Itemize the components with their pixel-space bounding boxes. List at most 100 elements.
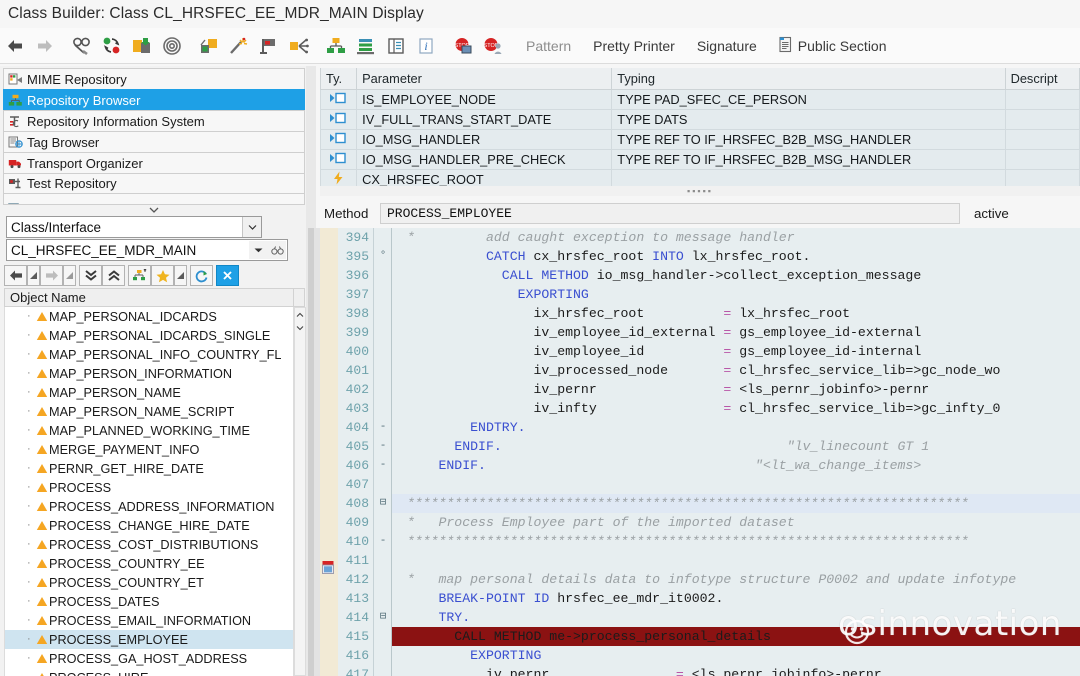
refresh-button[interactable]	[190, 265, 213, 286]
public-section-button[interactable]: Public Section	[768, 31, 896, 61]
fold-marker[interactable]	[375, 665, 391, 676]
binoculars-icon[interactable]	[268, 241, 286, 259]
fold-marker[interactable]: -	[375, 532, 391, 551]
refresh-objects-icon[interactable]	[97, 31, 127, 61]
code-line[interactable]: CALL METHOD me->process_personal_details	[391, 627, 1080, 646]
code-line[interactable]: CATCH cx_hrsfec_root INTO lx_hrsfec_root…	[391, 247, 1080, 266]
fold-marker[interactable]	[375, 475, 391, 494]
code-line[interactable]: iv_employee_id = gs_employee_id-internal	[391, 342, 1080, 361]
breakpoint-icon[interactable]	[321, 560, 336, 580]
hierarchy-button[interactable]	[128, 265, 151, 286]
distribute-icon[interactable]	[284, 31, 314, 61]
parameter-typing-cell[interactable]: TYPE PAD_SFEC_CE_PERSON	[611, 88, 1006, 110]
sidebar-item-test-repository[interactable]: Test Repository	[3, 173, 305, 194]
fold-marker[interactable]	[375, 646, 391, 665]
code-line[interactable]: * Process Employee part of the imported …	[391, 513, 1080, 532]
fold-marker[interactable]	[375, 323, 391, 342]
info-icon[interactable]: i	[411, 31, 441, 61]
code-line[interactable]: iv_employee_id_external = gs_employee_id…	[391, 323, 1080, 342]
tree-item[interactable]: · PROCESS_ADDRESS_INFORMATION	[5, 497, 293, 516]
fold-marker[interactable]	[375, 589, 391, 608]
code-line[interactable]: * map personal details data to infotype …	[391, 570, 1080, 589]
code-line[interactable]	[391, 551, 1080, 570]
parameter-descript-cell[interactable]	[1004, 108, 1080, 130]
fold-marker[interactable]	[375, 304, 391, 323]
table-row[interactable]: IV_FULL_TRANS_START_DATE TYPE DATS	[319, 108, 1080, 130]
list-icon[interactable]	[381, 31, 411, 61]
parameter-name-cell[interactable]: IV_FULL_TRANS_START_DATE	[356, 108, 613, 130]
collapse-up-button[interactable]	[102, 265, 125, 286]
display-glasses-icon[interactable]	[67, 31, 97, 61]
tree-item[interactable]: · MAP_PERSONAL_IDCARDS	[5, 307, 293, 326]
object-tree[interactable]: · MAP_PERSONAL_IDCARDS · MAP_PERSONAL_IDCAR…	[4, 307, 294, 676]
tree-item[interactable]: · MAP_PERSON_NAME	[5, 383, 293, 402]
code-line[interactable]: ****************************************…	[391, 494, 1080, 513]
layers-icon[interactable]	[351, 31, 381, 61]
method-name-field[interactable]: PROCESS_EMPLOYEE	[380, 202, 960, 224]
fold-marker[interactable]: ⊟	[375, 494, 391, 513]
object-type-select[interactable]: Class/Interface	[6, 216, 262, 238]
tree-item[interactable]: · PROCESS_EMAIL_INFORMATION	[5, 611, 293, 630]
tree-item[interactable]: · PERNR_GET_HIRE_DATE	[5, 459, 293, 478]
fold-marker[interactable]	[375, 228, 391, 247]
object-name-input[interactable]: CL_HRSFEC_EE_MDR_MAIN	[6, 239, 288, 261]
code-line[interactable]	[391, 475, 1080, 494]
parameter-table-resize-handle[interactable]: ▪▪▪▪▪	[320, 186, 1080, 196]
scroll-up-icon[interactable]	[295, 308, 305, 321]
sidebar-item-repository-information-system[interactable]: Repository Information System	[3, 110, 305, 131]
table-row[interactable]: IO_MSG_HANDLER TYPE REF TO IF_HRSFEC_B2B_…	[319, 128, 1080, 150]
code-line[interactable]: CALL METHOD io_msg_handler->collect_exce…	[391, 266, 1080, 285]
parameter-typing-cell[interactable]: TYPE DATS	[611, 108, 1006, 130]
code-line[interactable]: iv_processed_node = cl_hrsfec_service_li…	[391, 361, 1080, 380]
scroll-down-icon[interactable]	[295, 321, 305, 334]
tree-item[interactable]: · MAP_PLANNED_WORKING_TIME	[5, 421, 293, 440]
tree-item[interactable]: · MAP_PERSONAL_IDCARDS_SINGLE	[5, 326, 293, 345]
magic-wand-icon[interactable]	[224, 31, 254, 61]
code-line[interactable]: iv_pernr = <ls_pernr_jobinfo>-pernr	[391, 380, 1080, 399]
code-editor[interactable]: 394 395 396 397 398 399 400 401 402 403 404 405 406 4…	[308, 228, 1080, 676]
parameter-name-cell[interactable]: IS_EMPLOYEE_NODE	[356, 88, 613, 110]
code-line[interactable]: ****************************************…	[391, 532, 1080, 551]
editor-breakpoint-gutter[interactable]	[320, 228, 338, 676]
table-row[interactable]: IS_EMPLOYEE_NODE TYPE PAD_SFEC_CE_PERSON	[319, 88, 1080, 110]
fold-marker[interactable]: -	[375, 456, 391, 475]
code-line[interactable]: ENDIF. "lv_linecount GT 1	[391, 437, 1080, 456]
tree-item[interactable]: · PROCESS_GA_HOST_ADDRESS	[5, 649, 293, 668]
generate-icon[interactable]	[127, 31, 157, 61]
tree-item[interactable]: · PROCESS_COST_DISTRIBUTIONS	[5, 535, 293, 554]
hierarchy-icon[interactable]	[321, 31, 351, 61]
pretty-printer-button[interactable]: Pretty Printer	[582, 31, 686, 61]
tree-scrollbar[interactable]	[294, 307, 306, 676]
tree-item[interactable]: · PROCESS_DATES	[5, 592, 293, 611]
parameter-typing-cell[interactable]: TYPE REF TO IF_HRSFEC_B2B_MSG_HANDLER	[611, 148, 1006, 170]
fold-marker[interactable]	[375, 380, 391, 399]
code-line[interactable]: ENDIF. "<lt_wa_change_items>	[391, 456, 1080, 475]
back-dropdown[interactable]	[27, 265, 40, 286]
code-line[interactable]: TRY.	[391, 608, 1080, 627]
fold-marker[interactable]	[375, 627, 391, 646]
parameter-descript-cell[interactable]	[1004, 88, 1080, 110]
sidebar-item-repository-browser[interactable]: Repository Browser	[3, 89, 305, 110]
code-line[interactable]: ix_hrsfec_root = lx_hrsfec_root	[391, 304, 1080, 323]
pattern-button[interactable]: Pattern	[515, 31, 582, 61]
tree-item[interactable]: · MAP_PERSON_INFORMATION	[5, 364, 293, 383]
fold-marker[interactable]: ⊟	[375, 608, 391, 627]
sidebar-item-tag-browser[interactable]: Tag Browser	[3, 131, 305, 152]
column-header-descript[interactable]: Descript	[1004, 68, 1080, 90]
favorites-dropdown[interactable]	[174, 265, 187, 286]
fold-marker[interactable]	[375, 570, 391, 589]
parameter-descript-cell[interactable]	[1004, 128, 1080, 150]
sidebar-item-mime-repository[interactable]: MIME Repository	[3, 68, 305, 89]
favorites-button[interactable]	[151, 265, 174, 286]
column-header-typing[interactable]: Typing	[611, 68, 1006, 90]
column-header-type[interactable]: Ty.	[319, 68, 358, 90]
fold-marker[interactable]	[375, 399, 391, 418]
fold-marker[interactable]	[375, 266, 391, 285]
tree-item[interactable]: ·PROCESS_HIRE	[5, 668, 293, 676]
fold-marker[interactable]: °	[375, 247, 391, 266]
chevron-down-icon[interactable]	[242, 217, 261, 237]
flag-icon[interactable]	[254, 31, 284, 61]
code-line[interactable]: iv_infty = cl_hrsfec_service_lib=>gc_inf…	[391, 399, 1080, 418]
fold-marker[interactable]	[375, 551, 391, 570]
stop-icon[interactable]: STOP	[448, 31, 478, 61]
